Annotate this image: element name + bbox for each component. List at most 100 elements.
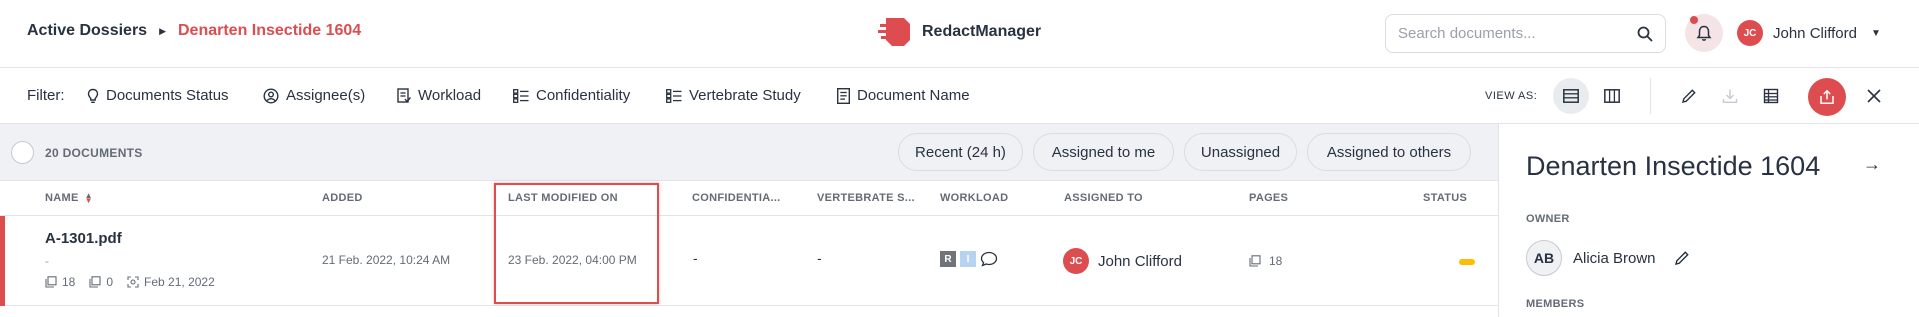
lightbulb-icon — [87, 88, 99, 103]
filter-documents-status[interactable]: Documents Status — [87, 87, 229, 104]
workload-icon — [397, 87, 411, 103]
column-header-confidentiality[interactable]: CONFIDENTIA... — [692, 192, 781, 204]
filter-vertebrate-study[interactable]: Vertebrate Study — [666, 87, 801, 104]
workload-redaction-badge: R — [940, 251, 956, 267]
assignee-name: John Clifford — [1098, 252, 1182, 270]
view-as-label: VIEW AS: — [1485, 90, 1538, 102]
cell-assigned-to[interactable]: JC John Clifford — [1063, 248, 1182, 274]
column-header-vertebrate-study[interactable]: VERTEBRATE S... — [817, 192, 915, 204]
download-button[interactable] — [1712, 78, 1748, 114]
pages-icon — [45, 276, 57, 288]
board-view-icon — [1604, 89, 1620, 103]
owner-row: AB Alicia Brown — [1526, 240, 1690, 276]
panel-title: Denarten Insectide 1604 — [1526, 151, 1821, 181]
column-header-added[interactable]: ADDED — [322, 192, 363, 204]
breadcrumb-current-dossier[interactable]: Denarten Insectide 1604 — [178, 22, 361, 40]
column-header-workload[interactable]: WORKLOAD — [940, 192, 1008, 204]
report-button[interactable] — [1753, 78, 1789, 114]
user-circle-icon — [263, 87, 279, 104]
list-view-button[interactable] — [1553, 78, 1589, 114]
quick-filter-assigned-to-me[interactable]: Assigned to me — [1033, 133, 1174, 171]
sort-icon: ▲ ▼ — [84, 191, 93, 206]
breadcrumb-separator-icon: ▶ — [159, 25, 166, 36]
toolbar-divider — [1650, 78, 1651, 114]
assignee-avatar: JC — [1063, 248, 1089, 274]
edit-dossier-button[interactable] — [1671, 78, 1707, 114]
filter-assignees-label: Assignee(s) — [286, 87, 366, 104]
filter-bar: Filter: Documents Status Assignee(s) Wor… — [0, 68, 1919, 124]
board-view-button[interactable] — [1594, 78, 1630, 114]
annotations-icon — [89, 276, 101, 288]
close-button[interactable] — [1856, 78, 1892, 114]
breadcrumb-active-dossiers[interactable]: Active Dossiers — [27, 22, 147, 40]
column-header-assigned-to[interactable]: ASSIGNED TO — [1064, 192, 1143, 204]
bell-icon — [1696, 25, 1712, 41]
owner-avatar: AB — [1526, 240, 1562, 276]
table-row[interactable]: A-1301.pdf - 18 0 Feb 21, 2022 21 Feb. 2… — [0, 216, 1498, 306]
search-placeholder: Search documents... — [1398, 25, 1536, 42]
file-subtitle: - — [45, 254, 49, 268]
user-name: John Clifford — [1773, 24, 1857, 42]
cell-pages-value: 18 — [1269, 254, 1283, 268]
filter-assignees[interactable]: Assignee(s) — [263, 87, 365, 104]
owner-label: OWNER — [1526, 213, 1570, 225]
list-view-icon — [1563, 89, 1579, 103]
pages-icon — [1249, 255, 1261, 267]
filter-confidentiality-label: Confidentiality — [536, 87, 631, 104]
comment-icon — [980, 251, 998, 267]
arrow-right-icon[interactable]: → — [1863, 154, 1881, 175]
row-selection-marker — [0, 216, 5, 306]
quick-filter-unassigned[interactable]: Unassigned — [1184, 133, 1297, 171]
document-icon — [837, 87, 850, 104]
quick-filter-recent[interactable]: Recent (24 h) — [898, 133, 1023, 171]
user-avatar: JC — [1737, 20, 1763, 46]
breadcrumb: Active Dossiers ▶ Denarten Insectide 160… — [27, 22, 361, 40]
notification-dot — [1690, 16, 1698, 24]
cell-workload: R I — [940, 251, 998, 267]
filter-label: Filter: — [27, 87, 65, 104]
filter-documents-status-label: Documents Status — [106, 87, 229, 104]
share-icon — [1820, 89, 1834, 104]
filter-workload[interactable]: Workload — [397, 87, 481, 104]
chevron-down-icon: ▼ — [1870, 27, 1881, 39]
cell-pages: 18 — [1249, 254, 1282, 268]
cell-vertebrate-study: - — [817, 250, 822, 266]
user-menu[interactable]: JC John Clifford ▼ — [1737, 20, 1881, 46]
cell-added: 21 Feb. 2022, 10:24 AM — [322, 253, 451, 267]
download-icon — [1722, 89, 1738, 103]
redactmanager-logo-icon — [878, 18, 910, 46]
column-header-name[interactable]: NAME ▲ ▼ — [45, 191, 93, 206]
search-icon[interactable] — [1637, 26, 1653, 42]
owner-name: Alicia Brown — [1573, 249, 1656, 267]
document-count: 20 DOCUMENTS — [45, 146, 143, 160]
app-name: RedactManager — [922, 23, 1042, 40]
notifications-button[interactable] — [1685, 14, 1723, 52]
pencil-icon — [1682, 89, 1696, 103]
members-label: MEMBERS — [1526, 298, 1585, 310]
file-meta-pages: 18 — [62, 275, 76, 289]
file-meta-annotations: 0 — [106, 275, 114, 289]
pencil-icon[interactable] — [1674, 250, 1690, 266]
column-header-pages[interactable]: PAGES — [1249, 192, 1288, 204]
file-name[interactable]: A-1301.pdf — [45, 230, 122, 247]
filter-confidentiality[interactable]: Confidentiality — [513, 87, 630, 104]
export-button[interactable] — [1808, 78, 1846, 116]
select-all-checkbox[interactable] — [11, 141, 34, 164]
filter-workload-label: Workload — [418, 87, 482, 104]
close-icon — [1867, 89, 1881, 103]
top-bar: Active Dossiers ▶ Denarten Insectide 160… — [0, 0, 1919, 68]
file-meta-date: Feb 21, 2022 — [144, 275, 215, 289]
search-input[interactable]: Search documents... — [1385, 14, 1666, 53]
file-meta: 18 0 Feb 21, 2022 — [45, 275, 229, 289]
list-icon — [666, 88, 682, 103]
cell-confidentiality: - — [693, 250, 698, 266]
column-header-status[interactable]: STATUS — [1423, 192, 1467, 204]
list-header: 20 DOCUMENTS Recent (24 h) Assigned to m… — [0, 124, 1498, 181]
scan-date-icon — [127, 276, 139, 288]
table-header: NAME ▲ ▼ ADDED LAST MODIFIED ON CONFIDENTI… — [0, 181, 1498, 216]
list-icon — [513, 88, 529, 103]
filter-vertebrate-study-label: Vertebrate Study — [689, 87, 801, 104]
app-logo[interactable]: RedactManager — [878, 16, 1041, 48]
filter-document-name[interactable]: Document Name — [837, 87, 970, 104]
quick-filter-assigned-to-others[interactable]: Assigned to others — [1307, 133, 1471, 171]
